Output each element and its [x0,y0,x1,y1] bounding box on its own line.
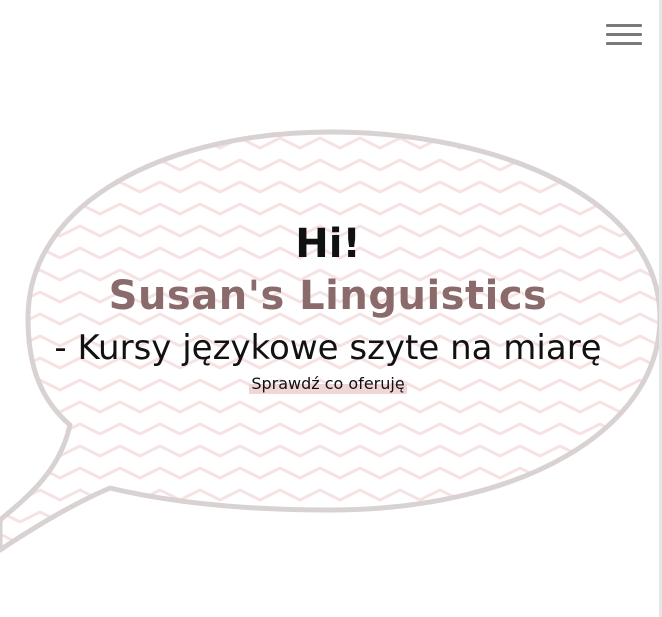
cta-container: Sprawdź co oferuję [0,374,656,402]
brand-title: Susan's Linguistics [108,273,548,319]
greeting-heading: Hi! [295,221,361,267]
menu-bar-middle [606,33,642,36]
hero-content: Hi! Susan's Linguistics - Kursy językowe… [0,218,656,402]
offer-link[interactable]: Sprawdź co oferuję [249,374,407,394]
menu-bar-top [606,24,642,27]
page: Hi! Susan's Linguistics - Kursy językowe… [0,0,662,617]
hamburger-menu-icon[interactable] [604,22,644,48]
tagline: - Kursy językowe szyte na miarę [54,328,602,368]
menu-bar-bottom [606,42,642,45]
